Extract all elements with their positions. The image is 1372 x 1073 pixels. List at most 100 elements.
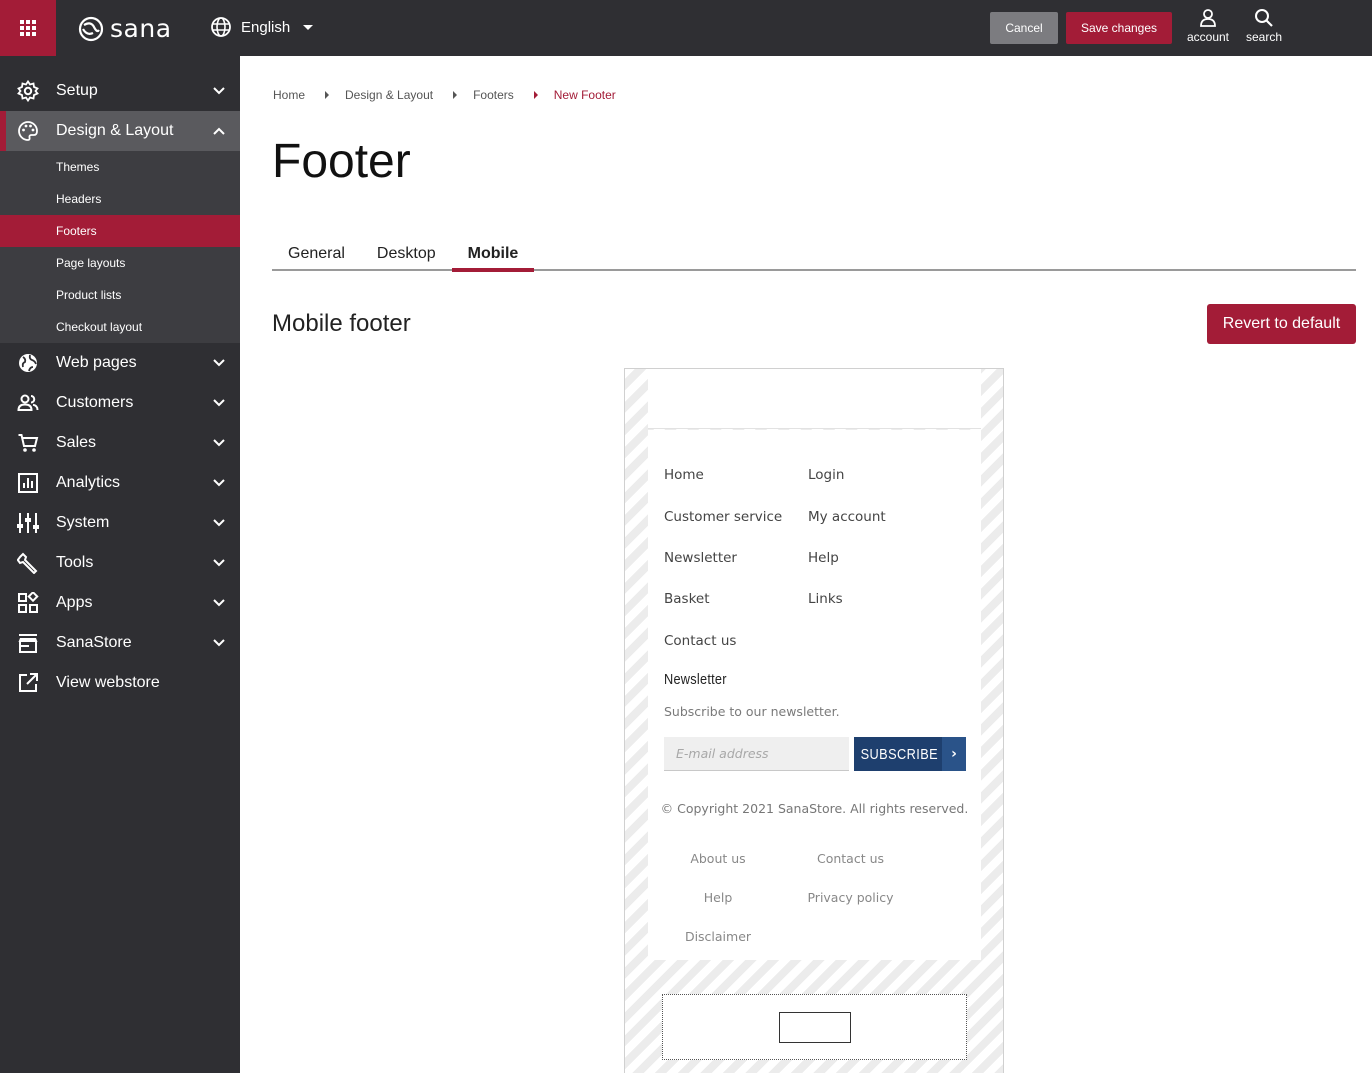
chevron-down-icon <box>213 359 225 367</box>
revert-to-default-button[interactable]: Revert to default <box>1207 304 1356 344</box>
bottom-link-contact-us[interactable]: Contact us <box>798 851 903 866</box>
submenu-item-footers[interactable]: Footers <box>0 215 240 247</box>
footer-content-drop-zone[interactable] <box>662 994 967 1060</box>
chevron-down-icon <box>213 87 225 95</box>
bottom-link-help[interactable]: Help <box>668 890 768 905</box>
sidebar-item-label: Apps <box>56 594 93 611</box>
chevron-down-icon <box>213 599 225 607</box>
copyright-text: © Copyright 2021 SanaStore. All rights r… <box>660 801 969 816</box>
sana-logo[interactable]: sana <box>78 14 172 43</box>
footer-link-basket[interactable]: Basket <box>664 591 710 607</box>
footer-link-my-account[interactable]: My account <box>808 509 886 525</box>
sidebar-item-system[interactable]: System <box>0 503 240 543</box>
design-layout-submenu: Themes Headers Footers Page layouts Prod… <box>0 151 240 343</box>
search-label: search <box>1245 30 1283 44</box>
newsletter-title: Newsletter <box>664 671 727 688</box>
chevron-down-icon <box>213 639 225 647</box>
submenu-item-product-lists[interactable]: Product lists <box>0 279 240 311</box>
footer-link-contact-us[interactable]: Contact us <box>664 633 736 649</box>
save-changes-button[interactable]: Save changes <box>1066 12 1172 44</box>
tab-bar: General Desktop Mobile <box>272 240 1356 272</box>
breadcrumb: Home Design & Layout Footers New Footer <box>273 88 616 102</box>
breadcrumb-separator-icon <box>533 91 538 99</box>
sidebar-item-label: Sales <box>56 434 97 451</box>
sidebar-item-label: Customers <box>56 394 134 411</box>
language-label: English <box>241 18 291 36</box>
bottom-link-about-us[interactable]: About us <box>668 851 768 866</box>
footer-link-customer-service[interactable]: Customer service <box>664 509 782 525</box>
page-title: Footer <box>272 135 411 188</box>
tab-desktop[interactable]: Desktop <box>361 240 452 269</box>
external-link-icon <box>16 671 40 695</box>
people-icon <box>16 391 40 415</box>
mobile-footer-preview: Home Customer service Newsletter Basket … <box>624 368 1004 1073</box>
newsletter-subtitle: Subscribe to our newsletter. <box>664 704 840 719</box>
section-title: Mobile footer <box>272 310 411 337</box>
sidebar-item-view-webstore[interactable]: View webstore <box>0 663 240 703</box>
sana-logo-icon <box>78 16 104 41</box>
breadcrumb-home[interactable]: Home <box>273 88 305 102</box>
top-bar: sana English Cancel Save changes account… <box>0 0 1372 56</box>
sidebar-item-label: System <box>56 514 110 531</box>
cart-icon <box>16 431 40 455</box>
footer-link-links[interactable]: Links <box>808 591 843 607</box>
chevron-up-icon <box>213 127 225 135</box>
bottom-link-privacy-policy[interactable]: Privacy policy <box>798 890 903 905</box>
apps-menu-button[interactable] <box>0 0 56 56</box>
preview-footer-content: Home Customer service Newsletter Basket … <box>648 430 981 960</box>
breadcrumb-footers[interactable]: Footers <box>473 88 514 102</box>
sidebar-item-analytics[interactable]: Analytics <box>0 463 240 503</box>
search-button[interactable]: search <box>1242 8 1286 44</box>
wrench-icon <box>16 551 40 575</box>
submenu-item-checkout-layout[interactable]: Checkout layout <box>0 311 240 343</box>
bottom-link-disclaimer[interactable]: Disclaimer <box>668 929 768 944</box>
account-button[interactable]: account <box>1184 8 1232 44</box>
sidebar-item-customers[interactable]: Customers <box>0 383 240 423</box>
footer-link-newsletter[interactable]: Newsletter <box>664 550 737 566</box>
apps-icon <box>16 591 40 615</box>
chart-icon <box>16 471 40 495</box>
caret-down-icon <box>303 24 314 30</box>
sidebar: Setup Design & Layout Themes Headers Foo… <box>0 56 240 1073</box>
sidebar-item-tools[interactable]: Tools <box>0 543 240 583</box>
gear-icon <box>16 79 40 103</box>
sidebar-item-label: Analytics <box>56 474 121 491</box>
store-icon <box>16 631 40 655</box>
chevron-right-icon: › <box>942 737 966 771</box>
sidebar-item-label: Web pages <box>56 354 137 371</box>
subscribe-label: SUBSCRIBE <box>860 745 939 763</box>
chevron-down-icon <box>213 479 225 487</box>
sliders-icon <box>16 511 40 535</box>
newsletter-email-input[interactable] <box>664 737 849 771</box>
language-selector[interactable]: English <box>210 16 314 38</box>
content-placeholder-box[interactable] <box>779 1012 851 1043</box>
footer-link-help[interactable]: Help <box>808 550 839 566</box>
tab-mobile[interactable]: Mobile <box>451 240 535 272</box>
cancel-button[interactable]: Cancel <box>990 12 1058 44</box>
palette-icon <box>16 119 40 143</box>
chevron-down-icon <box>213 439 225 447</box>
sidebar-item-label: Design & Layout <box>56 122 174 139</box>
breadcrumb-design-layout[interactable]: Design & Layout <box>345 88 433 102</box>
chevron-down-icon <box>213 399 225 407</box>
sidebar-item-label: SanaStore <box>56 634 132 651</box>
submenu-item-themes[interactable]: Themes <box>0 151 240 183</box>
account-label: account <box>1186 30 1230 44</box>
sidebar-item-design-layout[interactable]: Design & Layout <box>0 111 240 151</box>
sidebar-item-apps[interactable]: Apps <box>0 583 240 623</box>
sidebar-item-setup[interactable]: Setup <box>0 71 240 111</box>
search-icon <box>1255 9 1273 27</box>
footer-link-home[interactable]: Home <box>664 467 704 483</box>
sidebar-item-sanastore[interactable]: SanaStore <box>0 623 240 663</box>
submenu-item-page-layouts[interactable]: Page layouts <box>0 247 240 279</box>
breadcrumb-separator-icon <box>325 91 330 99</box>
breadcrumb-current: New Footer <box>553 88 616 102</box>
logo-text: sana <box>110 14 172 43</box>
footer-link-login[interactable]: Login <box>808 467 844 483</box>
tab-general[interactable]: General <box>272 240 361 269</box>
submenu-item-headers[interactable]: Headers <box>0 183 240 215</box>
sidebar-item-sales[interactable]: Sales <box>0 423 240 463</box>
sidebar-item-label: Tools <box>56 554 94 571</box>
subscribe-button[interactable]: SUBSCRIBE › <box>854 737 966 771</box>
sidebar-item-web-pages[interactable]: Web pages <box>0 343 240 383</box>
